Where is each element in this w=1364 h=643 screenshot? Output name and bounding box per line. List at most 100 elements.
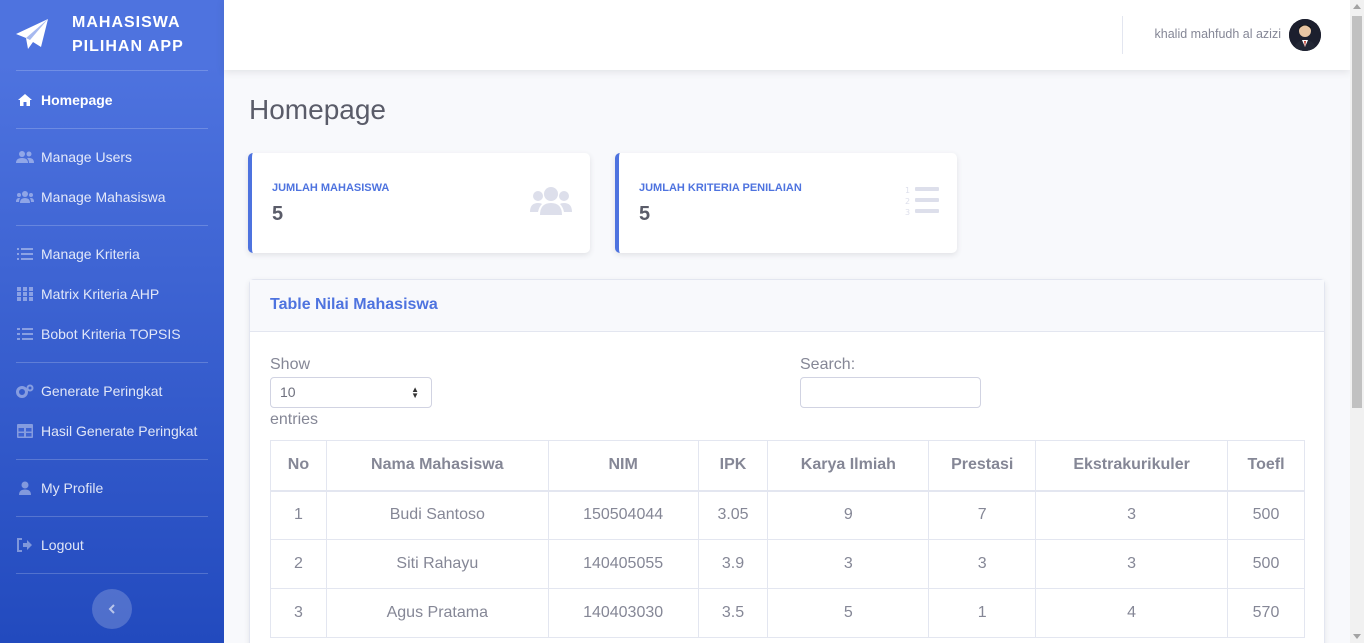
search-label: Search: [800, 356, 856, 373]
scroll-down-arrow-icon[interactable] [1353, 634, 1361, 639]
stat-value: 5 [639, 203, 651, 225]
column-header[interactable]: Prestasi [928, 440, 1037, 492]
svg-text:1: 1 [905, 186, 910, 195]
table-cell: 1 [270, 490, 327, 540]
table-cell: 7 [928, 490, 1037, 540]
sidebar-item-label: Manage Kriteria [41, 246, 140, 262]
column-header[interactable]: Toefl [1227, 440, 1305, 492]
column-header[interactable]: Karya Ilmiah [767, 440, 930, 492]
sidebar-item-manage-kriteria[interactable]: Manage Kriteria [0, 234, 224, 274]
column-header[interactable]: IPK [697, 440, 769, 492]
entries-label: entries [270, 411, 319, 428]
column-header[interactable]: Ekstrakurikuler [1035, 440, 1229, 492]
table-cell: 3 [1035, 490, 1229, 540]
th-icon [16, 287, 34, 301]
brand-line1: MAHASISWA [72, 14, 181, 31]
list-icon [16, 327, 34, 341]
table-cell: 3.05 [697, 490, 769, 540]
table-cell: 140405055 [547, 539, 699, 589]
avatar[interactable] [1289, 19, 1321, 51]
svg-text:2: 2 [905, 197, 910, 206]
table-cell: 3 [270, 588, 327, 638]
sidebar-item-homepage[interactable]: Homepage [0, 80, 224, 120]
table-cell: 500 [1227, 539, 1305, 589]
table-header-row: No Nama Mahasiswa NIM IPK Karya Ilmiah P… [270, 440, 1305, 492]
column-header[interactable]: Nama Mahasiswa [325, 440, 549, 492]
table-card-title: Table Nilai Mahasiswa [270, 296, 438, 313]
table-cell: 570 [1227, 588, 1305, 638]
table-cell: 3 [928, 539, 1037, 589]
stat-label: JUMLAH KRITERIA PENILAIAN [639, 182, 802, 194]
table-row: 1 Budi Santoso 150504044 3.05 9 7 3 500 [270, 490, 1305, 540]
brand-text: MAHASISWA PILIHAN APP [72, 11, 184, 59]
table-cell: 4 [1035, 588, 1229, 638]
sidebar-item-generate-peringkat[interactable]: Generate Peringkat [0, 371, 224, 411]
table-cell: 140403030 [547, 588, 699, 638]
sidebar-item-matrix-kriteria-ahp[interactable]: Matrix Kriteria AHP [0, 274, 224, 314]
sidebar-item-manage-users[interactable]: Manage Users [0, 137, 224, 177]
home-icon [16, 93, 34, 107]
table-row: 3 Agus Pratama 140403030 3.5 5 1 4 570 [270, 588, 1305, 638]
data-table: No Nama Mahasiswa NIM IPK Karya Ilmiah P… [270, 440, 1305, 638]
table-cell: 1 [928, 588, 1037, 638]
table-cell: 3 [1035, 539, 1229, 589]
user-friends-icon [16, 150, 34, 164]
scroll-thumb[interactable] [1352, 16, 1362, 408]
table-cell: 9 [767, 490, 930, 540]
column-header[interactable]: No [270, 440, 327, 492]
stat-card-jumlah-kriteria: JUMLAH KRITERIA PENILAIAN 5 1 2 3 [615, 153, 957, 253]
topbar: khalid mahfudh al azizi [224, 0, 1350, 70]
table-cell: 500 [1227, 490, 1305, 540]
user-name[interactable]: khalid mahfudh al azizi [1155, 27, 1281, 41]
stat-value: 5 [272, 203, 284, 225]
sidebar-item-hasil-generate-peringkat[interactable]: Hasil Generate Peringkat [0, 411, 224, 451]
sidebar-item-manage-mahasiswa[interactable]: Manage Mahasiswa [0, 177, 224, 217]
column-header[interactable]: NIM [547, 440, 699, 492]
stat-label: JUMLAH MAHASISWA [272, 182, 390, 194]
sidebar-toggle-button[interactable] [92, 589, 132, 629]
table-cell: Siti Rahayu [325, 539, 549, 589]
table-row: 2 Siti Rahayu 140405055 3.9 3 3 3 500 [270, 539, 1305, 589]
sidebar: MAHASISWA PILIHAN APP Homepage Manage Us… [0, 0, 224, 643]
sidebar-item-label: Logout [41, 537, 84, 553]
users-icon [530, 187, 572, 215]
show-label: Show [270, 356, 311, 373]
avatar-image [1289, 19, 1321, 51]
topbar-divider [1122, 16, 1123, 54]
paper-plane-icon [16, 19, 48, 49]
table-cell: 3.9 [697, 539, 769, 589]
vertical-scrollbar[interactable] [1350, 0, 1364, 643]
scroll-up-arrow-icon[interactable] [1353, 4, 1361, 9]
sidebar-item-bobot-kriteria-topsis[interactable]: Bobot Kriteria TOPSIS [0, 314, 224, 354]
sidebar-item-label: Manage Users [41, 149, 133, 165]
sidebar-divider [16, 573, 208, 574]
user-icon [16, 481, 34, 495]
table-icon [16, 424, 34, 438]
cogs-icon [16, 384, 34, 398]
table-cell: 3 [767, 539, 930, 589]
brand[interactable]: MAHASISWA PILIHAN APP [0, 0, 224, 70]
sidebar-item-label: My Profile [41, 480, 104, 496]
table-cell: Agus Pratama [325, 588, 549, 638]
sidebar-item-my-profile[interactable]: My Profile [0, 468, 224, 508]
page-title: Homepage [249, 94, 386, 125]
chevron-left-icon [108, 604, 115, 614]
table-card: Table Nilai Mahasiswa Show 10 ▲ ▼ entries… [249, 279, 1325, 643]
search-input[interactable] [800, 377, 981, 408]
sidebar-item-logout[interactable]: Logout [0, 525, 224, 565]
table-cell: 3.5 [697, 588, 769, 638]
sidebar-item-label: Matrix Kriteria AHP [41, 286, 160, 302]
table-cell: 5 [767, 588, 930, 638]
table-cell: Budi Santoso [325, 490, 549, 540]
list-ol-icon [16, 247, 34, 261]
select-arrows-icon: ▲ ▼ [411, 385, 419, 400]
svg-text:3: 3 [905, 208, 910, 217]
page-length-select[interactable]: 10 ▲ ▼ [270, 377, 432, 408]
table-card-header: Table Nilai Mahasiswa [250, 280, 1324, 332]
sidebar-item-label: Hasil Generate Peringkat [41, 423, 198, 439]
sidebar-item-label: Generate Peringkat [41, 383, 163, 399]
sidebar-item-label: Manage Mahasiswa [41, 189, 166, 205]
sign-out-icon [16, 538, 34, 552]
table-cell: 2 [270, 539, 327, 589]
sidebar-item-label: Homepage [41, 92, 113, 108]
